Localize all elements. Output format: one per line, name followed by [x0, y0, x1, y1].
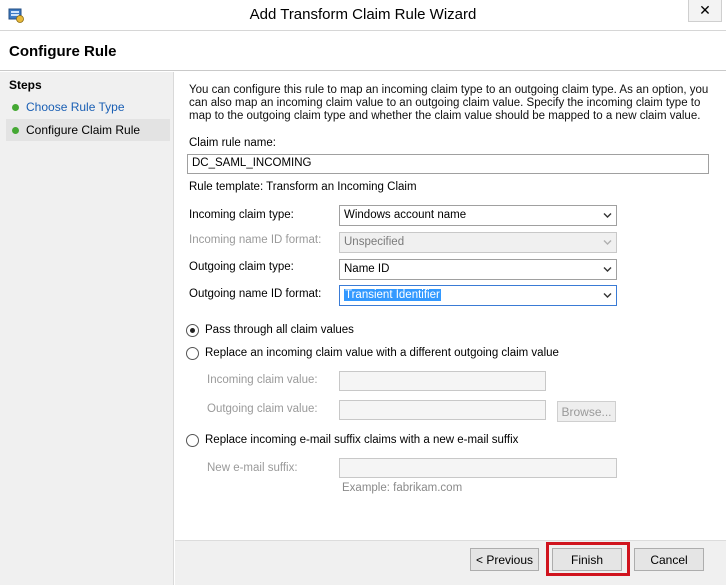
new-email-suffix-label: New e-mail suffix:	[207, 462, 298, 474]
wizard-header: Configure Rule	[0, 31, 726, 71]
outgoing-name-id-format-label: Outgoing name ID format:	[189, 288, 322, 300]
example-hint: Example: fabrikam.com	[342, 482, 463, 494]
rule-description: You can configure this rule to map an in…	[189, 84, 709, 122]
incoming-claim-value-label: Incoming claim value:	[207, 374, 318, 386]
chevron-down-icon	[603, 267, 612, 272]
replace-value-label[interactable]: Replace an incoming claim value with a d…	[205, 347, 559, 359]
main-content: You can configure this rule to map an in…	[175, 72, 726, 540]
incoming-name-id-format-value: Unspecified	[344, 236, 405, 248]
steps-pane: Steps Choose Rule Type Configure Claim R…	[0, 72, 174, 585]
title-bar: Add Transform Claim Rule Wizard ✕	[0, 0, 726, 31]
outgoing-claim-type-select[interactable]: Name ID	[339, 259, 617, 280]
step-choose-rule-type[interactable]: Choose Rule Type	[6, 96, 170, 118]
replace-value-radio[interactable]	[186, 347, 199, 360]
step-status-dot-icon	[12, 103, 19, 111]
rule-template-text: Rule template: Transform an Incoming Cla…	[189, 181, 417, 193]
outgoing-name-id-format-value: Transient Identifier	[344, 289, 441, 301]
incoming-name-id-format-select: Unspecified	[339, 232, 617, 253]
browse-button: Browse...	[557, 401, 616, 422]
chevron-down-icon	[603, 240, 612, 245]
outgoing-claim-type-value: Name ID	[344, 263, 390, 275]
chevron-down-icon	[603, 293, 612, 298]
steps-title: Steps	[9, 78, 42, 92]
pass-through-radio[interactable]	[186, 324, 199, 337]
step-label[interactable]: Choose Rule Type	[26, 100, 125, 114]
step-label: Configure Claim Rule	[26, 123, 141, 137]
window-title: Add Transform Claim Rule Wizard	[249, 6, 477, 23]
replace-suffix-radio[interactable]	[186, 434, 199, 447]
claim-rule-name-label: Claim rule name:	[189, 137, 276, 149]
close-icon[interactable]: ✕	[688, 0, 722, 22]
finish-highlight-box	[546, 542, 630, 576]
outgoing-claim-value-label: Outgoing claim value:	[207, 403, 318, 415]
incoming-claim-value-input	[339, 371, 546, 391]
outgoing-name-id-format-select[interactable]: Transient Identifier	[339, 285, 617, 306]
cancel-button[interactable]: Cancel	[634, 548, 704, 571]
page-title: Configure Rule	[9, 43, 117, 60]
incoming-name-id-format-label: Incoming name ID format:	[189, 234, 322, 246]
step-status-dot-icon	[12, 126, 19, 134]
previous-button[interactable]: < Previous	[470, 548, 539, 571]
outgoing-claim-type-label: Outgoing claim type:	[189, 261, 294, 273]
incoming-claim-type-value: Windows account name	[344, 209, 467, 221]
new-email-suffix-input	[339, 458, 617, 478]
step-configure-claim-rule: Configure Claim Rule	[6, 119, 170, 141]
replace-suffix-label[interactable]: Replace incoming e-mail suffix claims wi…	[205, 434, 518, 446]
chevron-down-icon	[603, 213, 612, 218]
pass-through-label[interactable]: Pass through all claim values	[205, 324, 354, 336]
incoming-claim-type-label: Incoming claim type:	[189, 209, 294, 221]
outgoing-claim-value-input	[339, 400, 546, 420]
incoming-claim-type-select[interactable]: Windows account name	[339, 205, 617, 226]
claim-rule-name-input[interactable]: DC_SAML_INCOMING	[187, 154, 709, 174]
